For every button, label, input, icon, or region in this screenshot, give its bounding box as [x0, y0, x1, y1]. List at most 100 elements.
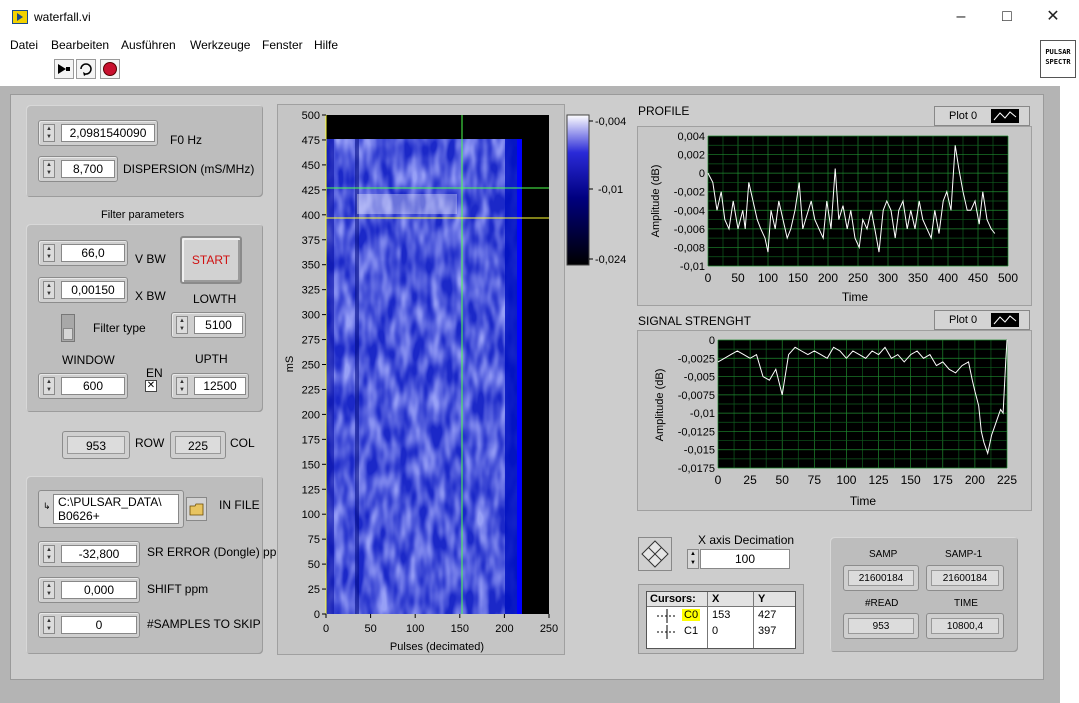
waterfall-y-tick-label: 500	[302, 110, 320, 122]
dispersion-control[interactable]: ▲ ▼ 8,700	[38, 156, 118, 182]
profile-x-tick-label: 300	[878, 271, 898, 285]
increment-decrement-icon[interactable]: ▲ ▼	[43, 581, 55, 599]
cursor-c0-x: 153	[712, 609, 731, 621]
f0-control[interactable]: ▲ ▼ 2,0981540090	[38, 120, 158, 146]
vbw-control[interactable]: ▲ ▼ 66,0	[38, 240, 128, 266]
upth-label: UPTH	[195, 352, 228, 366]
row-value: 953	[67, 436, 125, 454]
start-button[interactable]: START	[180, 236, 242, 284]
cursor-c0-name[interactable]: C0	[682, 609, 701, 621]
increment-decrement-icon[interactable]: ▲ ▼	[176, 316, 188, 334]
sr-error-value[interactable]: -32,800	[61, 545, 137, 563]
dispersion-value[interactable]: 8,700	[61, 160, 115, 178]
xbw-value[interactable]: 0,00150	[61, 281, 125, 299]
waterfall-y-tick-label: 350	[302, 260, 320, 272]
time-indicator: 10800,4	[926, 613, 1004, 639]
skip-control[interactable]: ▲ ▼ 0	[38, 612, 140, 638]
cursor-c1-x: 0	[712, 625, 719, 637]
read-value: 953	[848, 618, 914, 634]
waterfall-y-tick-label: 475	[302, 135, 320, 147]
signal-x-label: Time	[850, 494, 877, 508]
signal-x-tick-label: 225	[997, 473, 1017, 487]
profile-plot-legend[interactable]: Plot 0	[934, 106, 1030, 126]
menu-hilfe[interactable]: Hilfe	[314, 38, 338, 52]
browse-button[interactable]	[186, 497, 207, 521]
waterfall-y-tick-label: 425	[302, 185, 320, 197]
signal-strength-graph[interactable]: 0 25 50 75 100 125 150 175 200 225 0 -0,0025 -0,005 -…	[637, 330, 1032, 511]
increment-decrement-icon[interactable]: ▲ ▼	[43, 124, 55, 142]
waterfall-y-tick-label: 275	[302, 335, 320, 347]
infile-path-field[interactable]: C:\PULSAR_DATA\ B0626+	[53, 494, 179, 524]
window-control[interactable]: ▲ ▼ 600	[38, 373, 128, 399]
profile-x-label: Time	[842, 290, 869, 304]
run-button[interactable]	[54, 59, 74, 79]
signal-plot-legend[interactable]: Plot 0	[934, 310, 1030, 330]
minimize-button[interactable]: –	[938, 0, 984, 34]
abort-button[interactable]	[100, 59, 120, 79]
cursor-c0-y: 427	[758, 609, 777, 621]
f0-value[interactable]: 2,0981540090	[61, 124, 155, 142]
profile-y-label: Amplitude (dB)	[650, 165, 662, 238]
decimation-value[interactable]: 100	[700, 549, 790, 569]
scale-max-label: -0,004	[595, 116, 626, 128]
profile-legend-label: Plot 0	[949, 110, 978, 122]
upth-value[interactable]: 12500	[194, 377, 246, 395]
line-style-icon	[991, 109, 1019, 123]
vbw-label: V BW	[135, 252, 166, 266]
waterfall-x-tick-label: 0	[323, 623, 329, 635]
upth-control[interactable]: ▲ ▼ 12500	[171, 373, 249, 399]
profile-graph[interactable]: 0 50 100 150 200 250 300 350 400 450 500 0,004 0,002…	[637, 126, 1032, 306]
increment-decrement-icon[interactable]: ▲ ▼	[43, 616, 55, 634]
window-title: waterfall.vi	[34, 10, 91, 24]
waterfall-graph[interactable]: 5004754504254003753503253002752502252001…	[277, 104, 565, 655]
filter-type-switch[interactable]	[61, 314, 75, 342]
decimation-spinner[interactable]: ▲ ▼	[687, 549, 699, 569]
lowth-value[interactable]: 5100	[194, 316, 243, 334]
skip-value[interactable]: 0	[61, 616, 137, 634]
shift-value[interactable]: 0,000	[61, 581, 137, 599]
increment-decrement-icon[interactable]: ▲ ▼	[43, 281, 55, 299]
waterfall-y-tick-label: 25	[308, 584, 320, 596]
increment-decrement-icon[interactable]: ▲ ▼	[43, 545, 55, 563]
cursor-legend-table[interactable]: Cursors: X Y C0 153 427 C1 0 397	[646, 591, 796, 649]
dispersion-label: DISPERSION (mS/MHz)	[123, 162, 255, 176]
col-indicator: 225	[170, 431, 226, 459]
frequency-group	[26, 105, 263, 197]
maximize-button[interactable]: □	[984, 0, 1030, 34]
lowth-control[interactable]: ▲ ▼ 5100	[171, 312, 246, 338]
xbw-control[interactable]: ▲ ▼ 0,00150	[38, 277, 128, 303]
shift-control[interactable]: ▲ ▼ 0,000	[38, 577, 140, 603]
menu-ausfuehren[interactable]: Ausführen	[121, 38, 176, 52]
samp-value: 21600184	[848, 570, 914, 586]
waterfall-x-tick-label: 150	[451, 623, 469, 635]
increment-decrement-icon[interactable]: ▲ ▼	[43, 377, 55, 395]
close-button[interactable]: ✕	[1030, 0, 1076, 34]
time-label: TIME	[954, 598, 978, 609]
profile-title: PROFILE	[638, 104, 690, 118]
filter-type-label: Filter type	[93, 321, 146, 335]
sr-error-control[interactable]: ▲ ▼ -32,800	[38, 541, 140, 567]
toolbar	[0, 56, 1079, 82]
run-continuously-button[interactable]	[76, 59, 96, 79]
run-arrow-icon	[58, 64, 70, 74]
menu-datei[interactable]: Datei	[10, 38, 38, 52]
increment-decrement-icon[interactable]: ▲ ▼	[176, 377, 188, 395]
vbw-value[interactable]: 66,0	[61, 244, 125, 262]
increment-decrement-icon[interactable]: ▲ ▼	[43, 244, 55, 262]
intensity-scale: -0,004 -0,01 -0,024	[566, 114, 626, 266]
menu-werkzeuge[interactable]: Werkzeuge	[190, 38, 250, 52]
waterfall-y-tick-label: 200	[302, 409, 320, 421]
waterfall-right-edge	[517, 139, 522, 614]
menu-fenster[interactable]: Fenster	[262, 38, 303, 52]
graph-palette-button[interactable]	[638, 537, 672, 571]
menu-bearbeiten[interactable]: Bearbeiten	[51, 38, 109, 52]
signal-y-tick-label: -0,0125	[678, 426, 715, 438]
waterfall-x-tick-label: 100	[406, 623, 424, 635]
infile-path-control[interactable]: ↳ C:\PULSAR_DATA\ B0626+	[38, 490, 184, 528]
increment-decrement-icon[interactable]: ▲ ▼	[43, 160, 55, 178]
window-value[interactable]: 600	[61, 377, 125, 395]
waterfall-y-tick-label: 0	[314, 609, 320, 621]
en-checkbox[interactable]: ✕	[145, 380, 157, 392]
cursor-c1-name[interactable]: C1	[684, 625, 698, 637]
profile-x-tick-label: 100	[758, 271, 778, 285]
